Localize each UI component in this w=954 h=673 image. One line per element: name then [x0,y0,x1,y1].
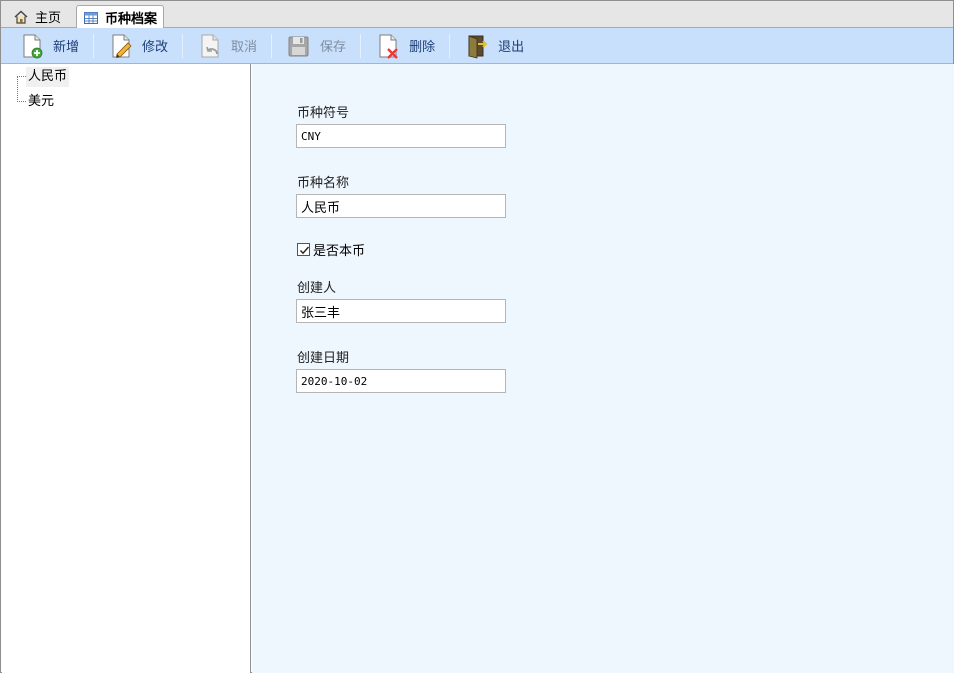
toolbar-separator [449,33,451,58]
exit-door-icon [464,33,490,59]
toolbar-separator [271,33,273,58]
app-window: 主页 币种档案 新增 修改 取消 保存 删除 退出 人民币 美元 币种符号 CN… [0,0,954,673]
home-icon [13,9,29,25]
tree-connector [17,76,26,77]
table-icon [83,10,99,26]
exit-button[interactable]: 退出 [460,31,528,61]
cancel-button[interactable]: 取消 [193,31,261,61]
new-button[interactable]: 新增 [15,31,83,61]
edit-document-icon [108,33,134,59]
save-floppy-icon [286,33,312,59]
save-button[interactable]: 保存 [282,31,350,61]
tree-connector [17,101,26,102]
name-label: 币种名称 [297,176,350,191]
is-base-label: 是否本币 [313,244,366,259]
toolbar: 新增 修改 取消 保存 删除 退出 [1,28,953,64]
toolbar-separator [93,33,95,58]
tab-home-label: 主页 [35,11,62,26]
edit-button[interactable]: 修改 [104,31,172,61]
name-input[interactable] [296,194,506,218]
tree-item-label: 人民币 [28,69,68,84]
tree-item-usd[interactable]: 美元 [26,92,56,112]
tab-currency-archive[interactable]: 币种档案 [76,5,164,29]
cancel-button-label: 取消 [231,40,258,55]
tree-item-label: 美元 [28,94,55,109]
currency-form: 币种符号 币种名称 是否本币 创建人 创建日期 [252,64,954,673]
new-document-icon [19,33,45,59]
save-button-label: 保存 [320,40,347,55]
creator-label: 创建人 [297,281,337,296]
created-date-label: 创建日期 [297,351,350,366]
tree-item-rmb[interactable]: 人民币 [26,67,70,87]
delete-document-icon [375,33,401,59]
creator-input[interactable] [296,299,506,323]
toolbar-separator [182,33,184,58]
delete-button-label: 删除 [409,40,436,55]
undo-document-icon [197,33,223,59]
is-base-row[interactable]: 是否本币 [297,240,365,259]
exit-button-label: 退出 [498,40,525,55]
symbol-label: 币种符号 [297,106,350,121]
tree-connector [17,76,18,102]
tab-bar: 主页 币种档案 [1,1,953,29]
delete-button[interactable]: 删除 [371,31,439,61]
symbol-input[interactable] [296,124,506,148]
currency-tree: 人民币 美元 [2,64,251,673]
toolbar-separator [360,33,362,58]
edit-button-label: 修改 [142,40,169,55]
tab-currency-archive-label: 币种档案 [105,12,158,27]
is-base-checkbox[interactable] [297,243,310,256]
checkmark-icon [299,246,310,255]
tab-home[interactable]: 主页 [7,5,67,28]
new-button-label: 新增 [53,40,80,55]
created-date-input[interactable] [296,369,506,393]
